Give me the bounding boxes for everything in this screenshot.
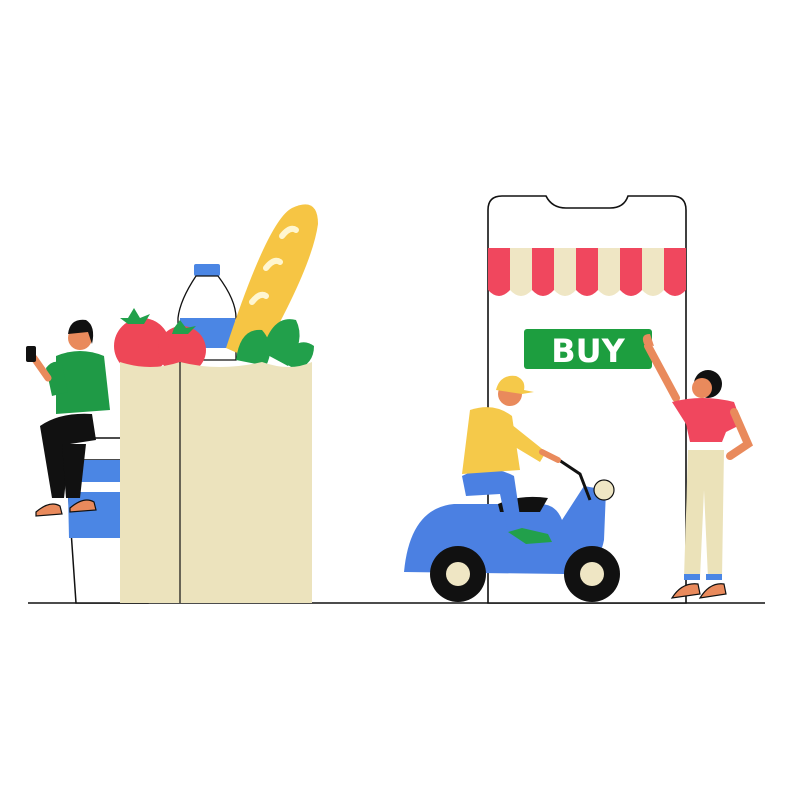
cream-pants	[684, 450, 724, 578]
buy-button[interactable]: BUY	[524, 329, 652, 370]
grocery-bag	[114, 204, 318, 603]
scooter-front-wheel	[564, 546, 620, 602]
scooter-back-wheel	[430, 546, 486, 602]
buy-button-label: BUY	[551, 332, 625, 370]
delivery-illustration: BUY	[26, 195, 765, 604]
shop-awning	[488, 248, 686, 296]
phone-icon	[26, 346, 36, 362]
